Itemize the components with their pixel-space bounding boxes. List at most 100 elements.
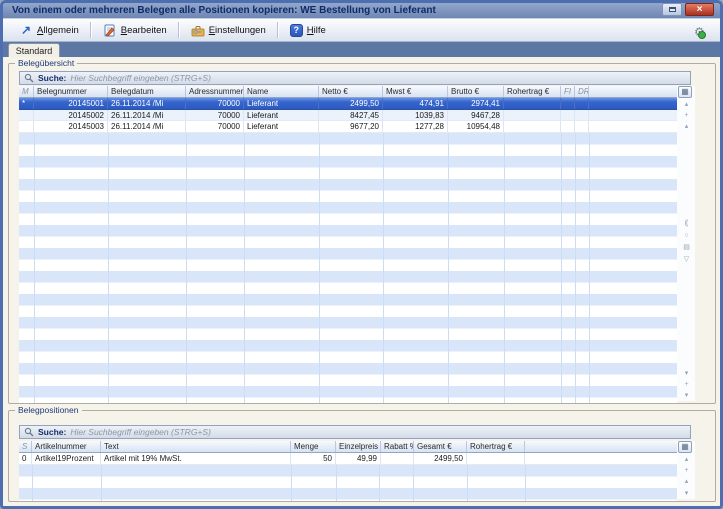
scroll-first-button[interactable]: ▴ [680,455,692,465]
scroll-last-button[interactable]: ▾ [680,489,692,499]
column-chooser-button[interactable]: ▦ [678,86,692,98]
column-header-artikelnummer[interactable]: Artikelnummer [32,441,101,452]
page-up-button[interactable]: ▴ [680,122,692,132]
column-header-text[interactable]: Text [101,441,291,452]
help-icon: ? [290,24,303,37]
column-header-adressnummer[interactable]: Adressnummer [186,86,244,97]
cell-belegdatum: 26.11.2014 /Mi [108,110,186,121]
menu-bearbeiten[interactable]: Bearbeiten [95,21,175,40]
search-icon [24,427,34,437]
search-field-positionen[interactable]: Suche: Hier Suchbegriff eingeben (STRG+S… [19,425,691,439]
restore-icon [669,7,676,12]
menu-hilfe[interactable]: ? Hilfe [282,21,334,40]
search-row-button[interactable]: ○ [680,231,692,241]
cell-fi [561,121,575,132]
menu-einstellungen[interactable]: Einstellungen [183,21,274,40]
tab-standard[interactable]: Standard [8,43,60,57]
column-header-rohertrag[interactable]: Rohertrag € [467,441,525,452]
column-header-einzelpreis[interactable]: Einzelpreis € [336,441,381,452]
content-area: Belegübersicht Suche: Hier Suchbegriff e… [3,57,720,506]
cell-filler [525,453,677,464]
search-field-uebersicht[interactable]: Suche: Hier Suchbegriff eingeben (STRG+S… [19,71,691,85]
restore-button[interactable] [662,3,682,16]
toolbox-icon [191,23,205,37]
column-header-filler [525,441,677,452]
column-header-netto[interactable]: Netto € [319,86,383,97]
cell-gesamt: 2499,50 [414,453,467,464]
column-header-brutto[interactable]: Brutto € [448,86,504,97]
cell-einzelpreis: 49,99 [336,453,381,464]
table-row[interactable]: 0 Artikel19Prozent Artikel mit 19% MwSt.… [19,453,677,465]
cell-fi [561,110,575,121]
column-header-m[interactable]: M [19,86,34,97]
filter-button[interactable]: ▽ [680,255,692,265]
edit-note-icon [103,23,117,37]
group-belegübersicht: Belegübersicht Suche: Hier Suchbegriff e… [8,63,716,404]
scroll-first-button[interactable]: ▴ [680,100,692,110]
column-header-mwst[interactable]: Mwst € [383,86,448,97]
cell-belegnummer: 20145002 [34,110,108,121]
group-button[interactable]: (( [680,219,692,229]
page-up-button[interactable]: ▴ [680,477,692,487]
cell-filler [589,110,677,121]
column-header-name[interactable]: Name [244,86,319,97]
menu-allgemein[interactable]: ↗ Allgemein [11,21,87,40]
row-marker: * [19,98,34,109]
cell-belegdatum: 26.11.2014 /Mi [108,98,186,109]
row-marker [19,110,34,121]
column-header-rohertrag[interactable]: Rohertrag € [504,86,561,97]
cell-name: Lieferant [244,121,319,132]
column-header-rabatt[interactable]: Rabatt % [381,441,414,452]
cell-rohertrag [504,110,561,121]
cell-dr [575,121,589,132]
cell-rohertrag [504,98,561,109]
insert-row-button[interactable]: + [680,466,692,476]
search-label: Suche: [38,73,66,83]
cell-fi [561,98,575,109]
grid-side-toolbar: ▦ ▴ + ▴ (( ○ ▤ ▽ ▾ + ▾ [677,86,695,401]
row-marker [19,121,34,132]
column-chooser-button[interactable]: ▦ [678,441,692,453]
cell-brutto: 10954,48 [448,121,504,132]
column-header-gesamt[interactable]: Gesamt € [414,441,467,452]
table-row[interactable]: 20145002 26.11.2014 /Mi 70000 Lieferant … [19,110,677,122]
cell-rohertrag [467,453,525,464]
close-button[interactable]: × [685,3,714,16]
cell-brutto: 2974,41 [448,98,504,109]
table-row-selected[interactable]: * 20145001 26.11.2014 /Mi 70000 Lieferan… [19,98,677,110]
cell-adressnummer: 70000 [186,110,244,121]
group-belegpositionen: Belegpositionen Suche: Hier Suchbegriff … [8,410,716,502]
cell-menge: 50 [291,453,336,464]
cell-mwst: 1277,28 [383,121,448,132]
table-row[interactable]: 20145003 26.11.2014 /Mi 70000 Lieferant … [19,121,677,133]
search-placeholder: Hier Suchbegriff eingeben (STRG+S) [70,427,211,437]
add-row-button[interactable]: + [680,380,692,390]
cell-name: Lieferant [244,98,319,109]
title-bar: Von einem oder mehreren Belegen alle Pos… [3,3,720,18]
cell-rohertrag [504,121,561,132]
table-header-uebersicht: M Belegnummer Belegdatum Adressnummer Na… [19,86,677,98]
table-header-positionen: S Artikelnummer Text Menge Einzelpreis €… [19,441,677,453]
column-header-s[interactable]: S [19,441,32,452]
column-header-belegnummer[interactable]: Belegnummer [34,86,108,97]
window-controls: × [662,3,714,17]
column-header-belegdatum[interactable]: Belegdatum [108,86,186,97]
cell-netto: 9677,20 [319,121,383,132]
search-icon [24,73,34,83]
cell-belegnummer: 20145003 [34,121,108,132]
settings-sync-button[interactable]: ⚙ [694,23,710,39]
scroll-last-button[interactable]: ▾ [680,391,692,401]
cell-netto: 2499,50 [319,98,383,109]
column-header-dr[interactable]: DR [575,86,589,97]
insert-row-button[interactable]: + [680,111,692,121]
cell-netto: 8427,45 [319,110,383,121]
cell-name: Lieferant [244,110,319,121]
detail-list-button[interactable]: ▤ [680,243,692,253]
cell-mwst: 474,91 [383,98,448,109]
column-header-fi[interactable]: FI [561,86,575,97]
cell-rabatt [381,453,414,464]
page-down-button[interactable]: ▾ [680,369,692,379]
toolbar-separator [277,22,279,38]
column-header-menge[interactable]: Menge [291,441,336,452]
empty-grid-area [19,133,677,403]
